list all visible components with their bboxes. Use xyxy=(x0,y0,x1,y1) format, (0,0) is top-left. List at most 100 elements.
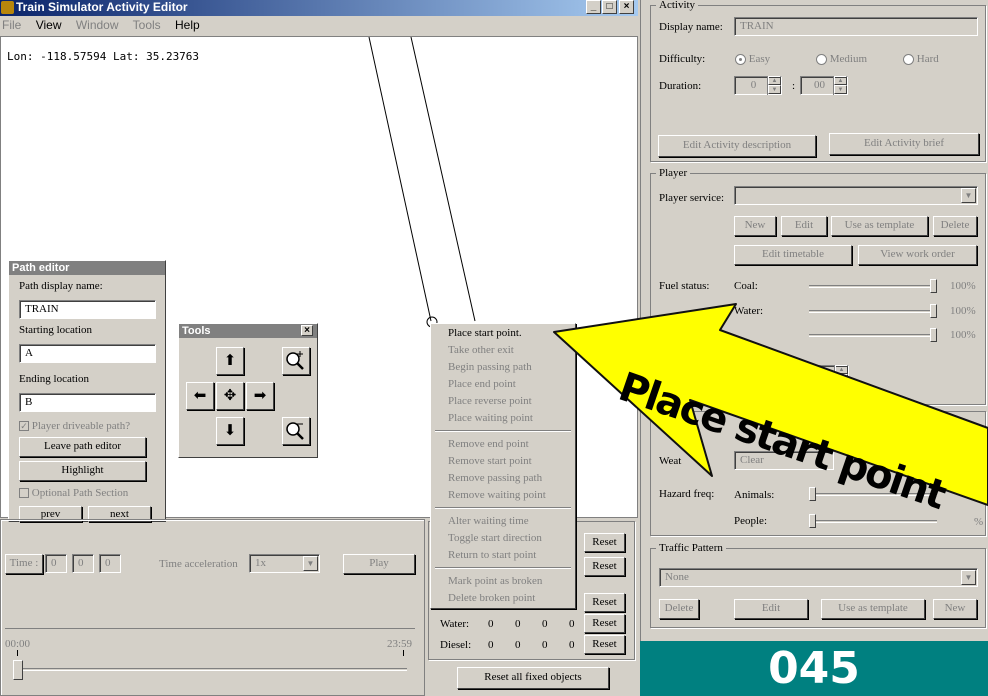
pan-right-icon[interactable]: ➡ xyxy=(246,382,274,410)
menu-item-toggle-start-direction[interactable]: Toggle start direction xyxy=(448,532,542,544)
menu-tools[interactable]: Tools xyxy=(133,18,161,32)
water-val-4: 0 xyxy=(569,618,575,630)
difficulty-medium[interactable]: Medium xyxy=(816,53,867,65)
coal-percent: 100% xyxy=(950,280,976,292)
diesel-val-1: 0 xyxy=(488,639,494,651)
ending-location-label: Ending location xyxy=(19,373,89,385)
traffic-use-template-button[interactable]: Use as template xyxy=(821,599,925,619)
zoom-in-icon[interactable] xyxy=(282,347,310,375)
people-slider-track[interactable] xyxy=(809,520,937,523)
player-new-button[interactable]: New xyxy=(734,216,776,236)
minimize-icon[interactable]: _ xyxy=(586,0,601,14)
center-move-icon[interactable]: ✥ xyxy=(216,382,244,410)
coal-slider-thumb[interactable] xyxy=(930,279,937,293)
duration-hours-spinner[interactable]: ▲ ▼ xyxy=(767,76,781,95)
traffic-pattern-select[interactable]: None ▼ xyxy=(659,568,978,587)
zoom-out-icon[interactable] xyxy=(282,417,310,445)
medium-radio[interactable] xyxy=(816,53,827,65)
menu-view[interactable]: View xyxy=(36,18,62,32)
menu-item-alter-waiting-time[interactable]: Alter waiting time xyxy=(448,515,529,527)
diesel-val-2: 0 xyxy=(515,639,521,651)
time-slider-thumb[interactable] xyxy=(13,660,23,680)
reset-button-2[interactable]: Reset xyxy=(584,557,625,576)
menu-item-place-waiting-point[interactable]: Place waiting point xyxy=(448,412,533,424)
path-display-name-input[interactable]: TRAIN xyxy=(19,300,156,319)
people-label: People: xyxy=(734,515,767,527)
pan-down-icon[interactable]: ⬇ xyxy=(216,417,244,445)
time-start-label: 00:00 xyxy=(5,638,31,650)
people-percent: % xyxy=(974,516,984,528)
player-delete-button[interactable]: Delete xyxy=(933,216,977,236)
player-use-template-button[interactable]: Use as template xyxy=(831,216,928,236)
tools-close-icon[interactable]: × xyxy=(301,325,313,336)
path-editor-window: Path editor Path display name: TRAIN Sta… xyxy=(8,260,166,522)
menu-file[interactable]: File xyxy=(2,18,21,32)
time-accel-value: 1x xyxy=(255,557,266,569)
menu-item-take-other-exit[interactable]: Take other exit xyxy=(448,344,514,356)
difficulty-easy[interactable]: Easy xyxy=(735,53,770,65)
easy-radio[interactable] xyxy=(735,53,746,65)
menu-item-remove-start-point[interactable]: Remove start point xyxy=(448,455,532,467)
coal-slider-track[interactable] xyxy=(809,285,937,288)
time-minutes[interactable]: 0 xyxy=(72,554,94,573)
ending-location-input[interactable]: B xyxy=(19,393,156,412)
menu-item-begin-passing-path[interactable]: Begin passing path xyxy=(448,361,532,373)
menu-item-delete-broken-point[interactable]: Delete broken point xyxy=(448,592,535,604)
tools-title: Tools × xyxy=(179,324,317,338)
people-slider-thumb[interactable] xyxy=(809,514,816,528)
traffic-new-button[interactable]: New xyxy=(933,599,977,619)
path-display-name-label: Path display name: xyxy=(19,280,103,292)
reset-button-3[interactable]: Reset xyxy=(584,593,625,612)
pan-left-icon[interactable]: ⬅ xyxy=(186,382,214,410)
menu-item-place-reverse-point[interactable]: Place reverse point xyxy=(448,395,532,407)
pan-up-icon[interactable]: ⬆ xyxy=(216,347,244,375)
highlight-button[interactable]: Highlight xyxy=(19,461,146,481)
player-service-label: Player service: xyxy=(659,192,725,204)
tools-title-text: Tools xyxy=(182,325,211,337)
player-service-select[interactable]: ▼ xyxy=(734,186,978,205)
maximize-icon[interactable]: □ xyxy=(602,0,617,14)
activity-display-name-input[interactable]: TRAIN xyxy=(734,17,978,36)
menu-item-mark-point-broken[interactable]: Mark point as broken xyxy=(448,575,542,587)
menu-item-place-start-point[interactable]: Place start point. xyxy=(448,327,522,339)
time-slider-track[interactable] xyxy=(15,668,407,671)
leave-path-editor-button[interactable]: Leave path editor xyxy=(19,437,146,457)
reset-button-1[interactable]: Reset xyxy=(584,533,625,552)
player-edit-button[interactable]: Edit xyxy=(781,216,827,236)
menu-item-place-end-point[interactable]: Place end point xyxy=(448,378,516,390)
hard-radio[interactable] xyxy=(903,53,914,65)
menu-item-remove-passing-path[interactable]: Remove passing path xyxy=(448,472,542,484)
edit-timetable-button[interactable]: Edit timetable xyxy=(734,245,852,265)
menu-item-remove-end-point[interactable]: Remove end point xyxy=(448,438,529,450)
view-work-order-button[interactable]: View work order xyxy=(858,245,977,265)
traffic-delete-button[interactable]: Delete xyxy=(659,599,699,619)
coal-label: Coal: xyxy=(734,280,758,292)
timebar-divider xyxy=(5,628,415,629)
coordinate-readout: Lon: -118.57594 Lat: 35.23763 xyxy=(7,50,200,63)
difficulty-hard[interactable]: Hard xyxy=(903,53,939,65)
starting-location-input[interactable]: A xyxy=(19,344,156,363)
traffic-edit-button[interactable]: Edit xyxy=(734,599,808,619)
menu-item-return-to-start-point[interactable]: Return to start point xyxy=(448,549,536,561)
time-accel-select[interactable]: 1x ▼ xyxy=(249,554,320,573)
close-icon[interactable]: × xyxy=(619,0,634,14)
time-seconds[interactable]: 0 xyxy=(99,554,121,573)
play-button[interactable]: Play xyxy=(343,554,415,574)
edit-activity-brief-button[interactable]: Edit Activity brief xyxy=(829,133,979,155)
optional-path-checkbox[interactable] xyxy=(19,488,29,499)
reset-water-button[interactable]: Reset xyxy=(584,614,625,633)
time-hours[interactable]: 0 xyxy=(45,554,67,573)
time-button[interactable]: Time : xyxy=(5,554,43,574)
reset-diesel-button[interactable]: Reset xyxy=(584,635,625,654)
menu-window[interactable]: Window xyxy=(76,18,119,32)
edit-activity-description-button[interactable]: Edit Activity description xyxy=(658,135,816,157)
timebar-panel: Time : 0 0 0 Time acceleration 1x ▼ Play … xyxy=(0,519,425,696)
player-driveable-checkbox[interactable]: ✓ xyxy=(19,421,29,432)
reset-all-fixed-objects-button[interactable]: Reset all fixed objects xyxy=(457,667,609,689)
menu-help[interactable]: Help xyxy=(175,18,200,32)
fuel-status-label: Fuel status: xyxy=(659,280,710,292)
time-accel-label: Time acceleration xyxy=(159,558,238,570)
menu-item-remove-waiting-point[interactable]: Remove waiting point xyxy=(448,489,546,501)
duration-minutes-spinner[interactable]: ▲ ▼ xyxy=(833,76,847,95)
water-label: Water: xyxy=(440,618,470,630)
